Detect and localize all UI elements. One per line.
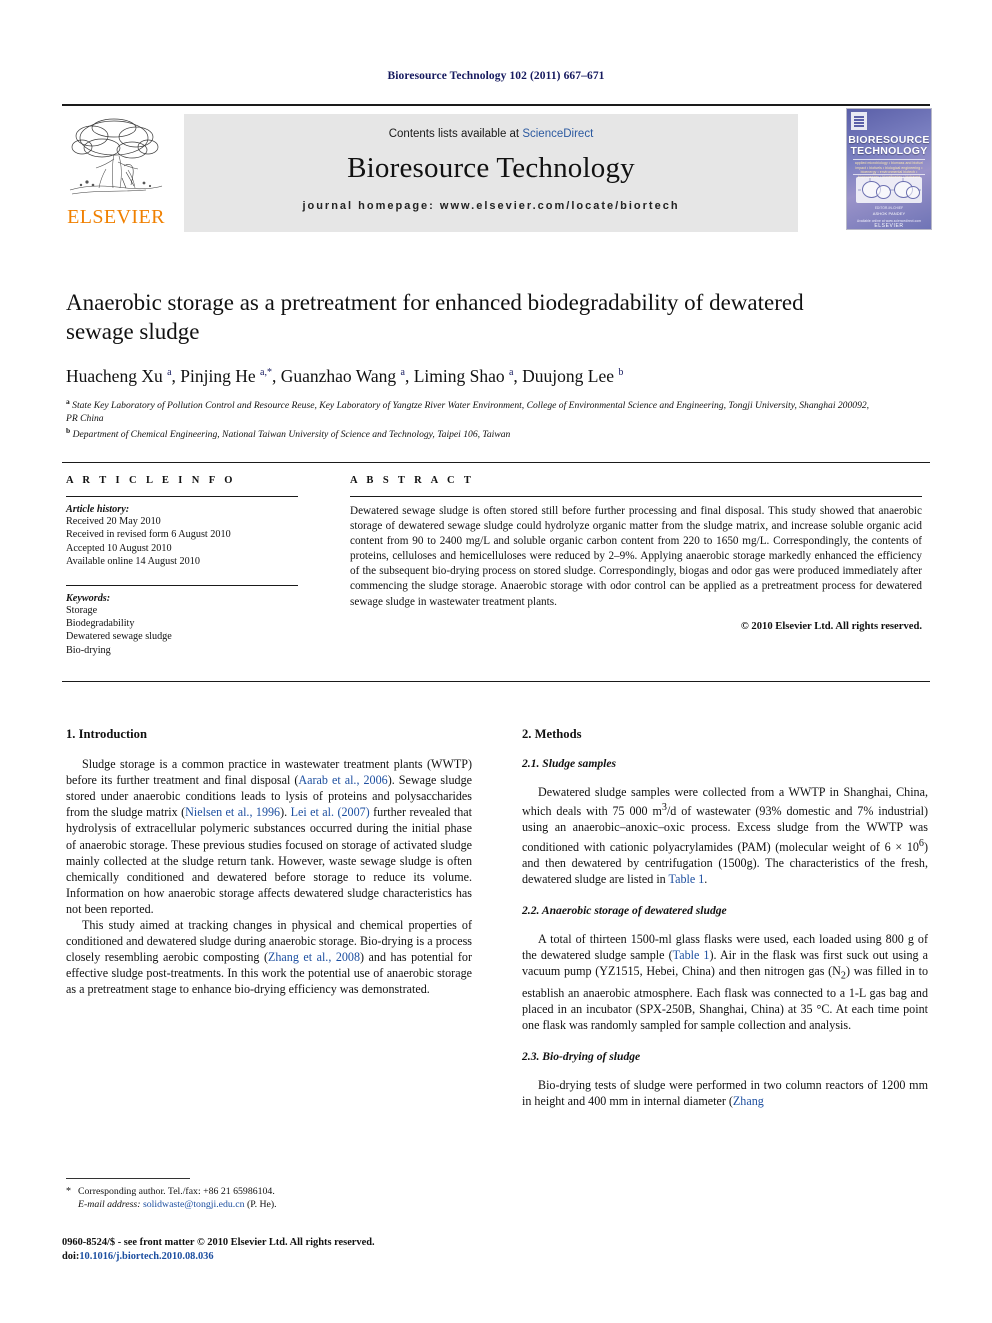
- elsevier-tree-icon: [62, 114, 170, 206]
- cover-rule-bottom: [853, 174, 925, 175]
- sciencedirect-link[interactable]: ScienceDirect: [522, 128, 593, 140]
- history-item: Accepted 10 August 2010: [66, 542, 172, 554]
- info-divider-bottom: [66, 584, 298, 586]
- keyword-item: Storage: [66, 604, 98, 616]
- text-run: Bio-drying tests of sludge were performe…: [522, 1077, 928, 1109]
- history-item: Available online 14 August 2010: [66, 556, 200, 568]
- journal-article-page: Bioresource Technology 102 (2011) 667–67…: [0, 0, 992, 1323]
- running-head: Bioresource Technology 102 (2011) 667–67…: [387, 70, 605, 82]
- paragraph-sludge-samples: Dewatered sludge samples were collected …: [522, 784, 928, 887]
- journal-title: Bioresource Technology: [347, 152, 635, 184]
- email-label: E-mail address:: [78, 1199, 141, 1210]
- footnote-marker: *: [66, 1186, 71, 1197]
- keyword-item: Bio-drying: [66, 644, 111, 656]
- footnote-body: * Corresponding author. Tel./fax: +86 21…: [66, 1185, 472, 1211]
- journal-cover-thumbnail: BIORESOURCE TECHNOLOGY applied microbiol…: [846, 108, 932, 230]
- article-history-label: Article history:: [66, 504, 130, 515]
- text-run: .: [704, 871, 708, 886]
- corresponding-author-text: Corresponding author. Tel./fax: +86 21 6…: [78, 1186, 275, 1197]
- footnote-rule: [66, 1178, 190, 1179]
- cover-artwork: [856, 177, 922, 203]
- paragraph-intro-1: Sludge storage is a common practice in w…: [66, 756, 472, 917]
- abstract-text: Dewatered sewage sludge is often stored …: [350, 505, 922, 608]
- keyword-item: Dewatered sewage sludge: [66, 631, 172, 643]
- body-column-left: 1. Introduction Sludge storage is a comm…: [66, 726, 472, 998]
- elsevier-wordmark: ELSEVIER: [67, 206, 165, 228]
- text-run: ).: [280, 805, 291, 820]
- section-heading-introduction: 1. Introduction: [66, 727, 147, 741]
- doi-prefix: doi:: [62, 1250, 80, 1262]
- affiliation-a: a State Key Laboratory of Pollution Cont…: [66, 397, 870, 424]
- keyword-item: Biodegradability: [66, 618, 135, 630]
- elsevier-logo: ELSEVIER: [62, 114, 170, 232]
- text-run: further revealed that hydrolysis of extr…: [66, 805, 472, 916]
- keywords-block: Keywords: Storage Biodegradability Dewat…: [66, 593, 298, 658]
- history-item: Received 20 May 2010: [66, 516, 161, 527]
- paragraph-bio-drying: Bio-drying tests of sludge were performe…: [522, 1077, 928, 1109]
- article-title: Anaerobic storage as a pretreatment for …: [66, 290, 804, 344]
- journal-homepage-line[interactable]: journal homepage: www.elsevier.com/locat…: [184, 200, 798, 212]
- table-link[interactable]: Table 1: [669, 872, 705, 886]
- title-block: Anaerobic storage as a pretreatment for …: [66, 288, 876, 442]
- paragraph-intro-2: This study aimed at tracking changes in …: [66, 917, 472, 997]
- cover-title-line2: TECHNOLOGY: [850, 145, 928, 157]
- affiliations: a State Key Laboratory of Pollution Cont…: [66, 396, 876, 442]
- paragraph-anaerobic-storage: A total of thirteen 1500-ml glass flasks…: [522, 931, 928, 1033]
- corresponding-author-footnote: * Corresponding author. Tel./fax: +86 21…: [66, 1178, 472, 1211]
- journal-banner: Contents lists available at ScienceDirec…: [184, 114, 798, 232]
- cover-editor-name: ASHOK PANDEY: [872, 211, 906, 216]
- citation-link[interactable]: Zhang et al., 2008: [268, 950, 360, 964]
- journal-masthead: ELSEVIER Contents lists available at Sci…: [62, 104, 932, 234]
- keywords-list: Storage Biodegradability Dewatered sewag…: [66, 604, 298, 658]
- subsection-heading-anaerobic-storage: 2.2. Anaerobic storage of dewatered slud…: [522, 903, 727, 917]
- abstract-label: A B S T R A C T: [350, 475, 475, 486]
- affiliation-b-text: Department of Chemical Engineering, Nati…: [72, 429, 511, 441]
- abstract-column: A B S T R A C T Dewatered sewage sludge …: [350, 475, 922, 632]
- copyright-line: © 2010 Elsevier Ltd. All rights reserved…: [740, 620, 922, 632]
- abstract-divider: [350, 496, 922, 497]
- contents-available-line: Contents lists available at ScienceDirec…: [184, 114, 798, 140]
- citation-link[interactable]: Aarab et al., 2006: [298, 773, 387, 787]
- citation-link[interactable]: Zhang: [733, 1094, 764, 1108]
- info-divider-top: [66, 496, 298, 497]
- email-link[interactable]: solidwaste@tongji.edu.cn: [143, 1199, 245, 1210]
- page-footer: 0960-8524/$ - see front matter © 2010 El…: [62, 1236, 482, 1263]
- affiliation-b: b Department of Chemical Engineering, Na…: [66, 426, 511, 441]
- cover-rule-top: [853, 159, 925, 160]
- history-item: Received in revised form 6 August 2010: [66, 529, 231, 541]
- issn-copyright-line: 0960-8524/$ - see front matter © 2010 El…: [62, 1237, 375, 1248]
- article-info-column: A R T I C L E I N F O Article history: R…: [66, 475, 298, 657]
- cover-title: BIORESOURCE TECHNOLOGY: [847, 135, 931, 157]
- article-history-list: Received 20 May 2010 Received in revised…: [66, 515, 298, 569]
- citation-link[interactable]: Lei et al. (2007): [291, 805, 370, 819]
- cover-elsevier-mark-icon: [851, 112, 867, 130]
- cover-editor-label: EDITOR-IN-CHIEF: [874, 206, 904, 210]
- table-link[interactable]: Table 1: [673, 948, 710, 962]
- article-info-label: A R T I C L E I N F O: [66, 475, 236, 486]
- info-abstract-band: A R T I C L E I N F O Article history: R…: [62, 462, 930, 682]
- email-suffix: (P. He).: [246, 1199, 277, 1210]
- doi-line: doi:10.1016/j.biortech.2010.08.036: [62, 1250, 482, 1264]
- cover-publisher: ELSEVIER: [874, 223, 904, 229]
- contents-prefix: Contents lists available at: [388, 128, 523, 140]
- subsection-heading-bio-drying: 2.3. Bio-drying of sludge: [522, 1049, 641, 1063]
- author-list: Huacheng Xu a, Pinjing He a,*, Guanzhao …: [66, 366, 624, 386]
- subsection-heading-sludge-samples: 2.1. Sludge samples: [522, 757, 617, 771]
- affiliation-a-text: State Key Laboratory of Pollution Contro…: [66, 400, 870, 424]
- doi-link[interactable]: 10.1016/j.biortech.2010.08.036: [79, 1251, 213, 1262]
- keywords-label: Keywords:: [66, 592, 111, 604]
- citation-link[interactable]: Nielsen et al., 1996: [185, 805, 280, 819]
- body-column-right: 2. Methods 2.1. Sludge samples Dewatered…: [522, 726, 928, 1109]
- section-heading-methods: 2. Methods: [522, 727, 582, 741]
